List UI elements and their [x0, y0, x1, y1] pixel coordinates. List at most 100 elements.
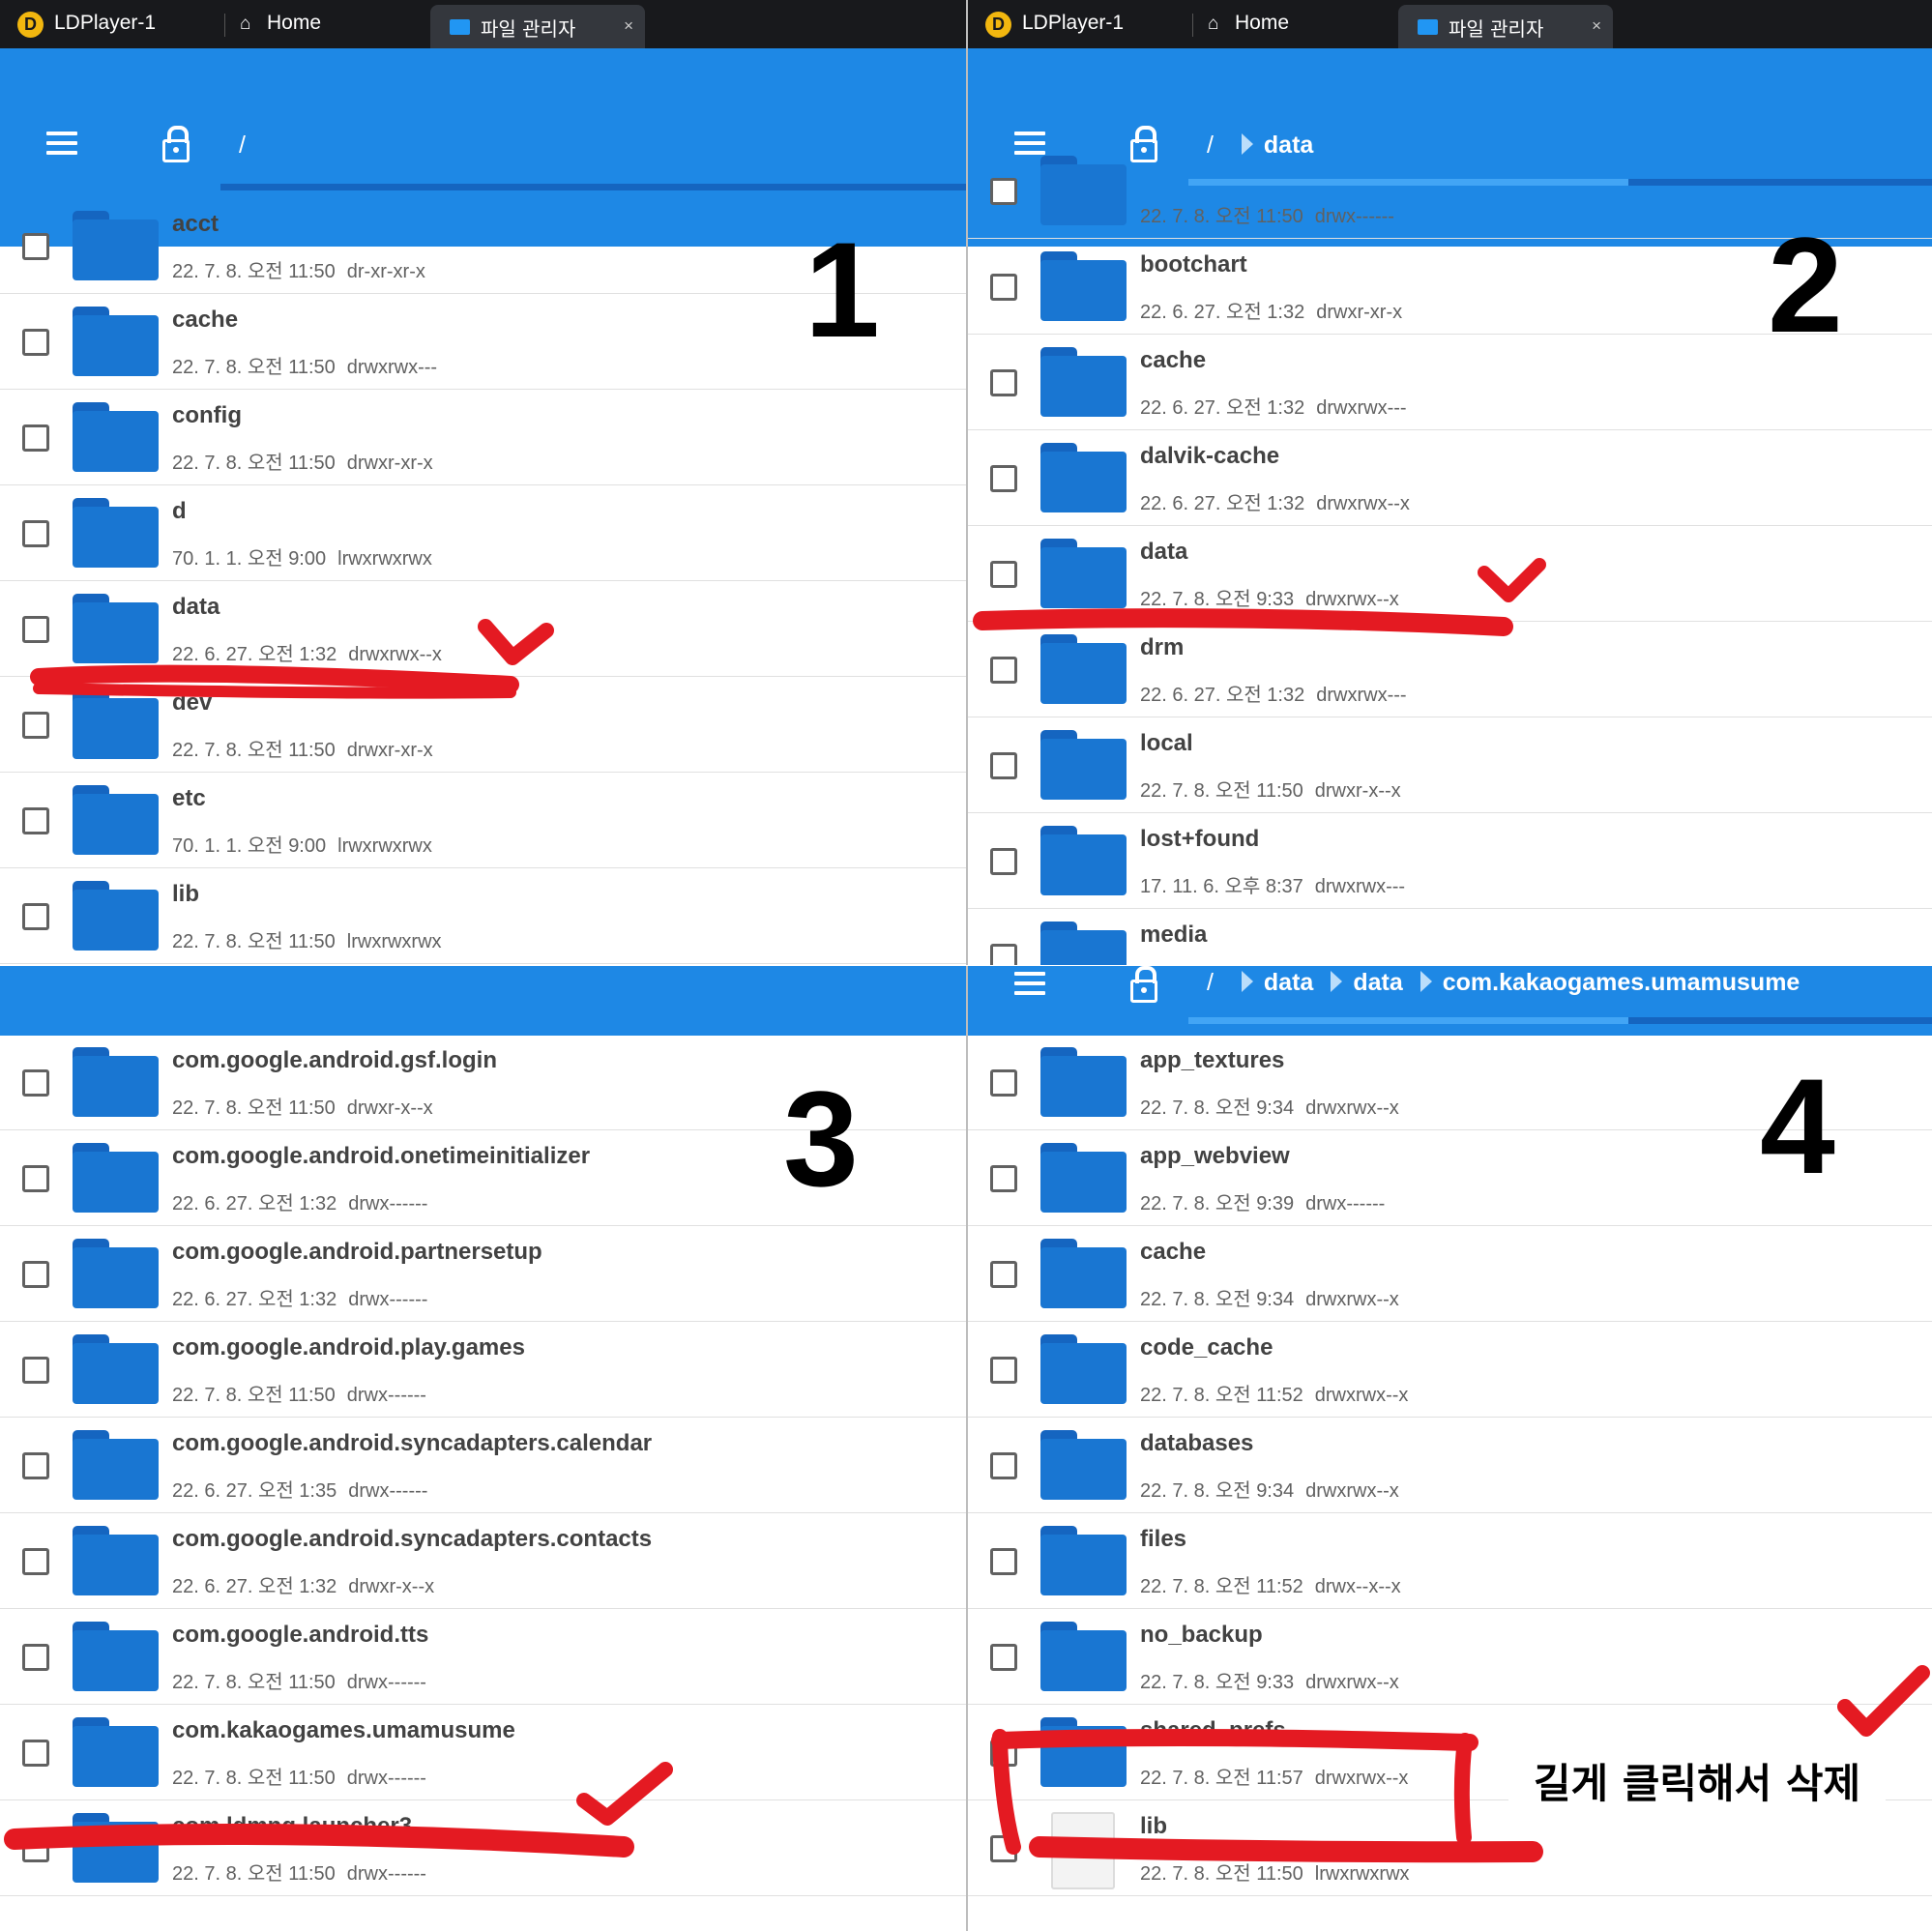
folder-icon — [1040, 1526, 1127, 1595]
file-row[interactable]: com.google.android.play.games 22. 7. 8. 오… — [0, 1322, 966, 1418]
file-row[interactable]: drm 22. 6. 27. 오전 1:32 drwxrwx--- — [968, 622, 1932, 717]
path-scroll-thumb[interactable] — [1188, 1017, 1628, 1024]
select-checkbox[interactable] — [22, 1452, 49, 1479]
select-checkbox[interactable] — [22, 424, 49, 452]
permissions: drwxrwx--- — [1316, 685, 1407, 706]
select-checkbox[interactable] — [22, 1740, 49, 1767]
modified-date: 22. 7. 8. 오전 11:50 — [172, 357, 336, 378]
modified-date: 22. 7. 8. 오전 11:50 — [172, 1097, 336, 1119]
breadcrumb-item[interactable]: data — [1331, 969, 1403, 997]
select-checkbox[interactable] — [990, 561, 1017, 588]
select-checkbox[interactable] — [22, 1069, 49, 1097]
select-checkbox[interactable] — [22, 903, 49, 930]
file-row[interactable]: databases 22. 7. 8. 오전 9:34 drwxrwx--x — [968, 1418, 1932, 1513]
close-tab-icon[interactable]: × — [1592, 16, 1601, 36]
file-row[interactable]: etc 70. 1. 1. 오전 9:00 lrwxrwxrwx — [0, 773, 966, 868]
modified-date: 22. 6. 27. 오전 1:32 — [172, 1289, 337, 1310]
select-checkbox[interactable] — [22, 616, 49, 643]
file-row[interactable]: lost+found 17. 11. 6. 오후 8:37 drwxrwx--- — [968, 813, 1932, 909]
home-tab-label: Home — [267, 12, 322, 34]
breadcrumb-root[interactable]: / — [1207, 969, 1214, 996]
select-checkbox[interactable] — [22, 1261, 49, 1288]
modified-date: 22. 7. 8. 오전 9:34 — [1140, 1097, 1295, 1119]
select-checkbox[interactable] — [990, 657, 1017, 684]
file-row[interactable]: dev 22. 7. 8. 오전 11:50 drwxr-xr-x — [0, 677, 966, 773]
select-checkbox[interactable] — [990, 1357, 1017, 1384]
file-meta: 22. 7. 8. 오전 11:57 drwxrwx--x — [1140, 1762, 1408, 1790]
lock-icon[interactable] — [162, 126, 190, 162]
modified-date: 22. 6. 27. 오전 1:32 — [1140, 302, 1305, 323]
lock-icon[interactable] — [1130, 966, 1157, 1003]
file-row[interactable]: com.google.android.partnersetup 22. 6. 27… — [0, 1226, 966, 1322]
file-row[interactable]: com.google.android.tts 22. 7. 8. 오전 11:50… — [0, 1609, 966, 1705]
select-checkbox[interactable] — [990, 178, 1017, 205]
file-meta: 22. 7. 8. 오전 11:50 dr-xr-xr-x — [172, 255, 425, 283]
select-checkbox[interactable] — [22, 1165, 49, 1192]
file-row[interactable]: com.ldmnq.launcher3 22. 7. 8. 오전 11:50 drw… — [0, 1800, 966, 1896]
select-checkbox[interactable] — [990, 1740, 1017, 1767]
home-tab[interactable]: ⌂ Home — [240, 12, 321, 35]
permissions: drwx------ — [346, 1863, 426, 1885]
file-row[interactable]: files 22. 7. 8. 오전 11:52 drwx--x--x — [968, 1513, 1932, 1609]
modified-date: 22. 7. 8. 오전 9:34 — [1140, 1289, 1295, 1310]
select-checkbox[interactable] — [22, 1644, 49, 1671]
select-checkbox[interactable] — [990, 944, 1017, 965]
file-row[interactable]: config 22. 7. 8. 오전 11:50 drwxr-xr-x — [0, 390, 966, 485]
file-row[interactable]: lib 22. 7. 8. 오전 11:50 lrwxrwxrwx — [0, 868, 966, 964]
file-manager-tab[interactable]: 파일 관리자 × — [430, 5, 645, 48]
file-row[interactable]: d 70. 1. 1. 오전 9:00 lrwxrwxrwx — [0, 485, 966, 581]
hamburger-menu-icon[interactable] — [1014, 972, 1045, 1001]
file-row[interactable]: local 22. 7. 8. 오전 11:50 drwxr-x--x — [968, 717, 1932, 813]
breadcrumb-root[interactable]: / — [239, 132, 246, 159]
select-checkbox[interactable] — [22, 1548, 49, 1575]
select-checkbox[interactable] — [990, 1452, 1017, 1479]
file-row[interactable]: com.kakaogames.umamusume 22. 7. 8. 오전 11:… — [0, 1705, 966, 1800]
file-manager-tab[interactable]: 파일 관리자 × — [1398, 5, 1613, 48]
select-checkbox[interactable] — [990, 369, 1017, 396]
modified-date: 22. 7. 8. 오전 11:50 — [172, 740, 336, 761]
select-checkbox[interactable] — [990, 1835, 1017, 1862]
select-checkbox[interactable] — [22, 807, 49, 834]
file-manager-tab-label: 파일 관리자 — [1449, 17, 1544, 41]
file-row[interactable]: com.google.android.syncadapters.calendar… — [0, 1418, 966, 1513]
folder-icon — [1040, 730, 1127, 800]
file-row[interactable]: lib 22. 7. 8. 오전 11:50 lrwxrwxrwx — [968, 1800, 1932, 1896]
file-row[interactable]: media — [968, 909, 1932, 965]
select-checkbox[interactable] — [990, 1261, 1017, 1288]
file-row[interactable]: com.google.android.syncadapters.contacts… — [0, 1513, 966, 1609]
select-checkbox[interactable] — [990, 1069, 1017, 1097]
home-tab[interactable]: ⌂ Home — [1208, 12, 1289, 35]
emulator-titlebar: D LDPlayer-1 ⌂ Home 파일 관리자 × — [968, 0, 1932, 48]
file-row[interactable]: data 22. 6. 27. 오전 1:32 drwxrwx--x — [0, 581, 966, 677]
close-tab-icon[interactable]: × — [624, 16, 633, 36]
modified-date: 22. 7. 8. 오전 11:50 — [1140, 206, 1303, 227]
file-meta: 22. 6. 27. 오전 1:32 drwxrwx--x — [172, 638, 442, 666]
file-row[interactable]: data 22. 7. 8. 오전 9:33 drwxrwx--x — [968, 526, 1932, 622]
breadcrumb-item[interactable]: data — [1241, 969, 1313, 997]
select-checkbox[interactable] — [22, 712, 49, 739]
select-checkbox[interactable] — [990, 1548, 1017, 1575]
file-name: app_textures — [1140, 1047, 1285, 1073]
select-checkbox[interactable] — [22, 329, 49, 356]
file-row[interactable]: dalvik-cache 22. 6. 27. 오전 1:32 drwxrwx--x — [968, 430, 1932, 526]
file-row[interactable]: code_cache 22. 7. 8. 오전 11:52 drwxrwx--x — [968, 1322, 1932, 1418]
select-checkbox[interactable] — [990, 1165, 1017, 1192]
select-checkbox[interactable] — [22, 1357, 49, 1384]
breadcrumb-item[interactable]: com.kakaogames.umamusume — [1420, 969, 1800, 997]
hamburger-menu-icon[interactable] — [46, 132, 77, 161]
permissions: drwxr-xr-x — [346, 453, 433, 474]
permissions: drwxrwx--x — [1305, 1097, 1399, 1119]
permissions: drwxrwx--x — [1305, 1672, 1399, 1693]
select-checkbox[interactable] — [990, 465, 1017, 492]
folder-icon — [1040, 1143, 1127, 1213]
select-checkbox[interactable] — [990, 274, 1017, 301]
select-checkbox[interactable] — [990, 752, 1017, 779]
select-checkbox[interactable] — [990, 1644, 1017, 1671]
select-checkbox[interactable] — [990, 848, 1017, 875]
permissions: drwxrwx--- — [346, 357, 438, 378]
select-checkbox[interactable] — [22, 520, 49, 547]
select-checkbox[interactable] — [22, 1835, 49, 1862]
select-checkbox[interactable] — [22, 233, 49, 260]
file-row[interactable]: cache 22. 7. 8. 오전 9:34 drwxrwx--x — [968, 1226, 1932, 1322]
file-row[interactable]: no_backup 22. 7. 8. 오전 9:33 drwxrwx--x — [968, 1609, 1932, 1705]
